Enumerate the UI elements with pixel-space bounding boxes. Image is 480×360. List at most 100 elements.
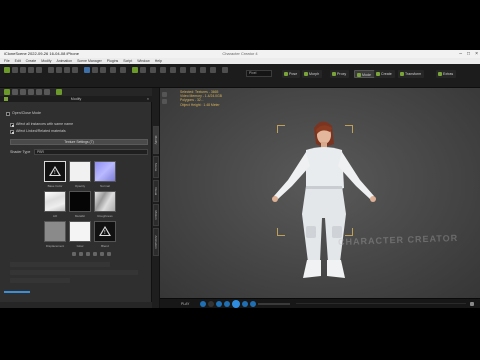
select-icon[interactable]	[48, 67, 54, 73]
vtab-modify[interactable]: Modify	[153, 126, 159, 154]
texture-slot-metallic[interactable]	[69, 191, 91, 212]
tab-pose[interactable]: Pose	[282, 70, 301, 78]
export-texture-icon[interactable]	[100, 252, 104, 256]
texture-slot-ao[interactable]	[44, 191, 66, 212]
align-icon[interactable]	[160, 67, 166, 73]
material-icon[interactable]	[20, 89, 26, 95]
close-icon[interactable]: ×	[475, 50, 478, 58]
shading-icon[interactable]	[210, 67, 216, 73]
undo-icon[interactable]	[28, 67, 34, 73]
edit-texture-icon[interactable]	[79, 252, 83, 256]
texture-slot-glow[interactable]	[69, 221, 91, 242]
snap-icon[interactable]	[170, 67, 176, 73]
affect-all-checkbox[interactable]	[10, 123, 14, 127]
attribute-icon[interactable]	[12, 89, 18, 95]
screenshot-icon[interactable]	[222, 67, 228, 73]
last-frame-icon[interactable]	[250, 301, 256, 307]
create-icon	[376, 72, 380, 76]
vtab-motion[interactable]: Motion	[153, 204, 159, 226]
play-icon[interactable]	[232, 300, 240, 308]
scale-icon[interactable]	[72, 67, 78, 73]
stop-icon[interactable]	[208, 301, 214, 307]
panel-footer	[0, 302, 152, 308]
open-close-checkbox[interactable]	[6, 112, 10, 116]
remove-texture-icon[interactable]	[86, 252, 90, 256]
vtab-visual[interactable]: Visual	[153, 180, 159, 202]
texture-slot-opacity[interactable]	[69, 161, 91, 182]
texture-slot-normal[interactable]	[94, 161, 116, 182]
warning-exclamation: !	[54, 170, 56, 176]
tab-transform[interactable]: Transform	[398, 70, 425, 78]
morph-tab-icon	[304, 72, 308, 76]
texture-settings-button[interactable]: Texture Settings (7)	[10, 139, 148, 145]
viewport-light-icon[interactable]	[162, 99, 167, 104]
pivot-icon[interactable]	[150, 67, 156, 73]
tab-mode[interactable]: Mode	[354, 70, 375, 78]
app-window: iCloneScene 2022-09-26 16-04-08 iPhone C…	[0, 50, 480, 308]
gear-icon[interactable]	[36, 89, 42, 95]
preview-icon[interactable]	[120, 67, 126, 73]
panel-close-icon[interactable]: ×	[147, 96, 149, 102]
timeline-track[interactable]	[296, 303, 466, 304]
tab-proxy[interactable]: Proxy	[330, 70, 350, 78]
load-texture-icon[interactable]	[72, 252, 76, 256]
panel-title: Modify	[70, 97, 82, 101]
vtab-scene[interactable]: Scene	[153, 156, 159, 178]
vtab-animation[interactable]: Animation	[153, 228, 159, 256]
panel-header-icon	[4, 97, 8, 101]
texture-slot-blend[interactable]: !	[94, 221, 116, 242]
viewport-camera-icon[interactable]	[162, 92, 167, 97]
morph-icon[interactable]	[140, 67, 146, 73]
first-frame-icon[interactable]	[216, 301, 222, 307]
link-icon[interactable]	[44, 89, 50, 95]
vertical-tab-strip: Modify Scene Visual Motion Animation	[152, 88, 160, 308]
camera-icon[interactable]	[84, 67, 90, 73]
3d-viewport[interactable]: Selected: Textures - 3665 Video Memory -…	[160, 88, 480, 298]
tab-extras[interactable]: Extras	[436, 70, 457, 78]
swap-texture-icon[interactable]	[93, 252, 97, 256]
light-icon[interactable]	[92, 67, 98, 73]
parameter-row[interactable]	[10, 278, 70, 283]
texture-label: Normal	[100, 184, 110, 188]
save-icon[interactable]	[20, 67, 26, 73]
affect-linked-checkbox[interactable]	[10, 130, 14, 134]
parameter-row[interactable]	[10, 262, 110, 267]
isolate-icon[interactable]	[190, 67, 196, 73]
shader-type-select[interactable]: PBR	[34, 149, 148, 155]
expand-timeline-icon[interactable]	[470, 302, 474, 306]
open-icon[interactable]	[12, 67, 18, 73]
redo-icon[interactable]	[36, 67, 42, 73]
minimize-icon[interactable]: –	[459, 50, 462, 58]
measure-icon[interactable]	[180, 67, 186, 73]
loop-icon[interactable]	[200, 301, 206, 307]
open-close-label: Open/Close Mode	[12, 111, 41, 115]
next-frame-icon[interactable]	[242, 301, 248, 307]
rotate-icon[interactable]	[64, 67, 70, 73]
tab-create[interactable]: Create	[374, 70, 395, 78]
character-model[interactable]	[248, 110, 398, 288]
speed-slider[interactable]	[258, 303, 290, 305]
timeline-label: PLAY	[181, 302, 190, 306]
title-bar: iCloneScene 2022-09-26 16-04-08 iPhone C…	[0, 50, 480, 58]
eye-icon[interactable]	[28, 89, 34, 95]
view-quality-select[interactable]: Pixel	[246, 70, 272, 77]
texture-slot-base-color[interactable]: !	[44, 161, 66, 182]
pose-icon	[284, 72, 288, 76]
render-icon[interactable]	[110, 67, 116, 73]
parameter-row[interactable]	[10, 270, 138, 275]
warning-exclamation: !	[104, 230, 106, 236]
move-icon[interactable]	[56, 67, 62, 73]
new-project-icon[interactable]	[4, 67, 10, 73]
wireframe-icon[interactable]	[200, 67, 206, 73]
character-icon[interactable]	[132, 67, 138, 73]
prev-frame-icon[interactable]	[224, 301, 230, 307]
grid-icon[interactable]	[100, 67, 106, 73]
texture-icon[interactable]	[56, 89, 62, 95]
modify-panel-icon[interactable]	[4, 89, 10, 95]
texture-slot-displacement[interactable]	[44, 221, 66, 242]
tab-morph[interactable]: Morph	[302, 70, 323, 78]
maximize-icon[interactable]: □	[467, 50, 470, 58]
texture-slot-roughness[interactable]	[94, 191, 116, 212]
texture-info-icon[interactable]	[107, 252, 111, 256]
modify-panel: Modify × Open/Close Mode Affect all inst…	[0, 88, 152, 308]
